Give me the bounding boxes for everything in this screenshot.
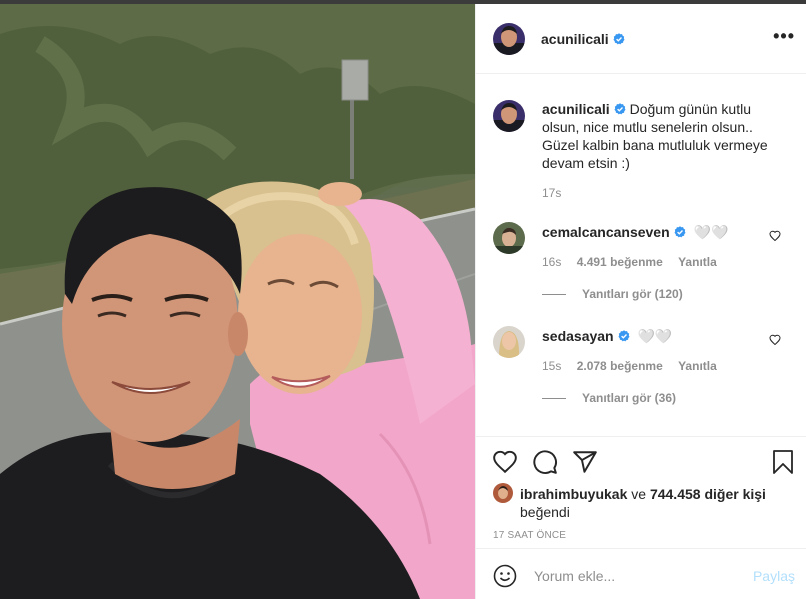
heart-icon[interactable] [769,230,781,242]
author-username[interactable]: acunilicali [541,31,609,47]
comment-input[interactable] [532,560,736,592]
verified-badge-icon [613,33,625,45]
post-time-ago[interactable]: 17 SAAT ÖNCE [493,530,566,541]
comment-timestamp[interactable]: 16s [542,255,561,269]
comment-icon[interactable] [532,449,558,475]
add-comment-bar: Paylaş [476,548,806,599]
liker-username[interactable]: ibrahimbuyukak [520,486,627,502]
liker-avatar[interactable] [493,483,513,503]
likes-connector: ve [631,486,647,502]
likes-text: ibrahimbuyukak ve 744.458 diğer kişi beğ… [520,485,790,521]
caption-avatar[interactable] [493,100,525,132]
replies-divider [542,398,566,400]
verified-badge-icon [614,103,626,115]
reply-button[interactable]: Yanıtla [678,255,717,269]
verified-badge-icon [674,226,686,238]
likes-suffix: beğendi [520,504,570,520]
comment-body: 🤍🤍 [693,224,729,240]
comments-list[interactable]: acunilicali Doğum günün kutlu olsun, nic… [476,74,806,436]
heart-icon[interactable] [769,334,781,346]
likes-count[interactable]: 744.458 diğer kişi [650,486,766,502]
comment-like-count[interactable]: 4.491 beğenme [577,255,663,269]
view-replies-label: Yanıtları gör (36) [582,391,677,405]
commenter-avatar[interactable] [493,326,525,358]
view-replies-label: Yanıtları gör (120) [582,287,683,301]
comment-like-count[interactable]: 2.078 beğenme [577,359,663,373]
commenter-username[interactable]: cemalcancanseven [542,224,670,240]
caption-username[interactable]: acunilicali [542,101,610,117]
comment-timestamp[interactable]: 15s [542,359,561,373]
verified-badge-icon [618,330,630,342]
post-comment-button[interactable]: Paylaş [753,568,795,584]
commenter-avatar[interactable] [493,222,525,254]
photo-illustration [0,4,475,599]
post-photo[interactable] [0,4,475,599]
comment-text-line: cemalcancanseven 🤍🤍 [542,224,728,241]
reply-button[interactable]: Yanıtla [678,359,717,373]
bookmark-icon[interactable] [771,449,795,475]
comment-meta: 15s 2.078 beğenme Yanıtla [542,359,729,373]
more-options-icon[interactable]: ••• [773,26,795,47]
comment-body: 🤍🤍 [637,328,673,344]
replies-divider [542,294,566,296]
caption-timestamp[interactable]: 17s [542,186,561,200]
post-side-panel: acunilicali ••• acunilicali Doğum günün … [475,4,806,599]
heart-icon[interactable] [492,449,518,475]
view-replies-button[interactable]: Yanıtları gör (120) [542,287,683,301]
comment-text-line: sedasayan 🤍🤍 [542,328,672,345]
share-icon[interactable] [572,449,598,475]
comment-meta: 16s 4.491 beğenme Yanıtla [542,255,729,269]
commenter-username[interactable]: sedasayan [542,328,614,344]
author-avatar[interactable] [493,23,525,55]
post-header: acunilicali ••• [476,4,806,74]
emoji-icon[interactable] [493,564,517,588]
caption-text-block: acunilicali Doğum günün kutlu olsun, nic… [542,100,782,172]
view-replies-button[interactable]: Yanıtları gör (36) [542,391,676,405]
post-actions: ibrahimbuyukak ve 744.458 diğer kişi beğ… [476,436,806,549]
